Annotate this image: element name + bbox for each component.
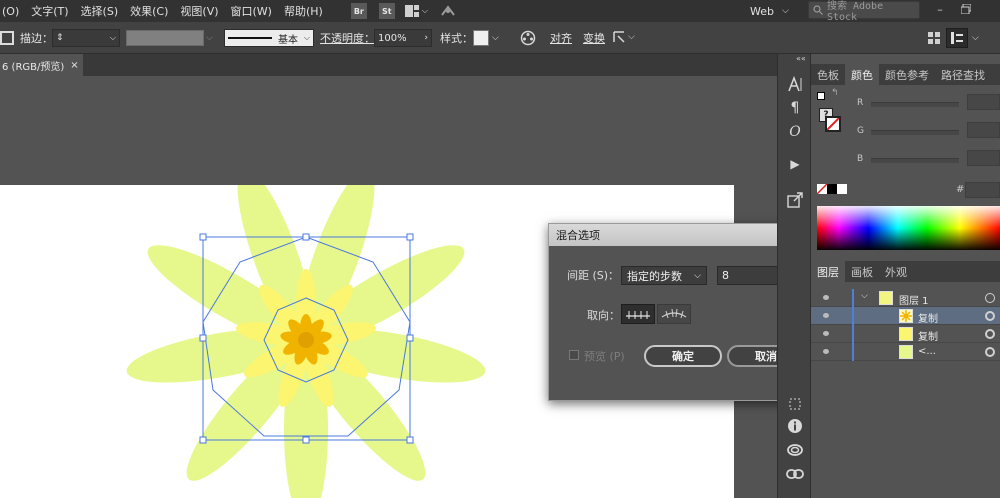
g-slider[interactable] [871, 130, 959, 135]
stroke-swatch-none[interactable] [825, 116, 841, 132]
target-icon[interactable] [985, 311, 995, 321]
g-value-field[interactable] [967, 122, 1000, 138]
align-to-page-button[interactable] [621, 304, 655, 324]
default-colors-icon[interactable] [817, 92, 825, 100]
spacing-label: 间距 (S)： [567, 269, 620, 282]
tab-swatches[interactable]: 色板 [811, 64, 845, 85]
layer-color-bar [852, 325, 854, 343]
links-panel-icon[interactable] [785, 464, 805, 484]
collapse-arrows-icon[interactable]: «« [796, 54, 806, 63]
layer-name: <... [918, 346, 936, 357]
opentype-panel-icon[interactable]: O [785, 122, 805, 142]
character-panel-icon[interactable] [785, 74, 805, 94]
layer-color-bar [852, 307, 854, 325]
actions-play-icon[interactable]: ▶ [785, 154, 805, 174]
target-icon[interactable] [985, 293, 995, 303]
spacing-value: 指定的步数 [627, 269, 682, 283]
target-icon[interactable] [985, 329, 995, 339]
color-spectrum[interactable] [817, 206, 1000, 250]
b-slider[interactable] [871, 158, 959, 163]
steps-value: 8 [722, 269, 729, 282]
layer-name: 复制 [918, 332, 938, 343]
b-value-field[interactable] [967, 150, 1000, 166]
appearance-panel-icon[interactable] [785, 440, 805, 460]
layer-row[interactable]: <... [811, 343, 1000, 361]
swap-colors-icon[interactable]: ↰ [831, 88, 839, 98]
target-icon[interactable] [985, 347, 995, 357]
eye-icon[interactable] [823, 313, 829, 318]
layers-panel-tabs: 图层 画板 外观 [811, 261, 1000, 282]
layer-row[interactable]: ⌵ 图层 1 [811, 289, 1000, 307]
arrange-grid-icon[interactable] [928, 32, 940, 47]
steps-input[interactable]: 8 [717, 266, 783, 285]
layer-thumbnail [899, 345, 913, 359]
tab-appearance[interactable]: 外观 [879, 261, 913, 282]
r-channel-label: R [857, 98, 864, 108]
eye-icon[interactable] [823, 331, 829, 336]
g-channel-label: G [857, 126, 864, 136]
preview-label: 预览 (P) [584, 350, 625, 363]
panel-icon-strip: «« ¶ O ▶ [777, 54, 811, 498]
tab-layers[interactable]: 图层 [811, 261, 845, 282]
stock-search-placeholder: 搜索 Adobe Stock [826, 1, 884, 23]
chevron-down-icon: ⌵ [781, 6, 789, 16]
eye-icon[interactable] [823, 349, 829, 354]
layer-thumbnail [899, 327, 913, 341]
color-panel-tabs: 色板 颜色 颜色参考 路径查找 [811, 64, 1000, 85]
eye-icon[interactable] [823, 295, 829, 300]
layer-row-selected[interactable]: 复制 [811, 307, 1000, 325]
layer-name: 复制 [918, 314, 938, 325]
layer-color-bar [852, 289, 854, 307]
right-panel-dock: 色板 颜色 颜色参考 路径查找 ↰ ? R G B # 图层 画板 外观 ⌵ 图… [811, 54, 1000, 498]
r-value-field[interactable] [967, 94, 1000, 110]
tab-color[interactable]: 颜色 [845, 64, 879, 85]
ok-button[interactable]: 确定 [644, 345, 722, 367]
export-asset-icon[interactable] [785, 190, 805, 210]
align-to-path-button[interactable] [657, 304, 691, 324]
chevron-down-icon[interactable]: ⌵ [972, 22, 979, 54]
layer-name: 图层 1 [899, 296, 929, 307]
tab-artboards[interactable]: 画板 [845, 261, 879, 282]
layer-thumbnail [879, 291, 893, 305]
hex-label: # [956, 184, 965, 195]
tab-color-guide[interactable]: 颜色参考 [879, 64, 935, 85]
layer-thumbnail [899, 309, 913, 323]
none-swatch[interactable] [817, 184, 827, 194]
align-to-path-icon [661, 308, 687, 319]
expand-chevron-icon[interactable]: ⌵ [861, 291, 868, 301]
b-channel-label: B [857, 154, 864, 164]
white-swatch[interactable] [837, 184, 847, 194]
tab-pathfinder[interactable]: 路径查找 [935, 64, 991, 85]
restore-icon[interactable] [958, 3, 974, 15]
info-panel-icon[interactable] [785, 416, 805, 436]
align-to-page-icon [626, 311, 650, 319]
orientation-label: 取向： [587, 309, 620, 322]
paragraph-panel-icon[interactable]: ¶ [785, 98, 805, 118]
layer-color-bar [852, 343, 854, 361]
transform-panel-icon[interactable] [785, 394, 805, 414]
spacing-dropdown[interactable]: 指定的步数 ⌵ [621, 266, 707, 285]
r-slider[interactable] [871, 102, 959, 107]
stock-search-field[interactable]: 搜索 Adobe Stock [808, 1, 920, 23]
layer-row[interactable]: 复制 [811, 325, 1000, 343]
minimize-icon[interactable]: – [932, 3, 948, 16]
hex-field[interactable] [965, 182, 1000, 198]
search-icon [813, 5, 823, 15]
preview-checkbox[interactable] [569, 350, 579, 360]
chevron-down-icon: ⌵ [694, 270, 701, 281]
panel-options-button[interactable] [946, 28, 968, 48]
black-swatch[interactable] [827, 184, 837, 194]
